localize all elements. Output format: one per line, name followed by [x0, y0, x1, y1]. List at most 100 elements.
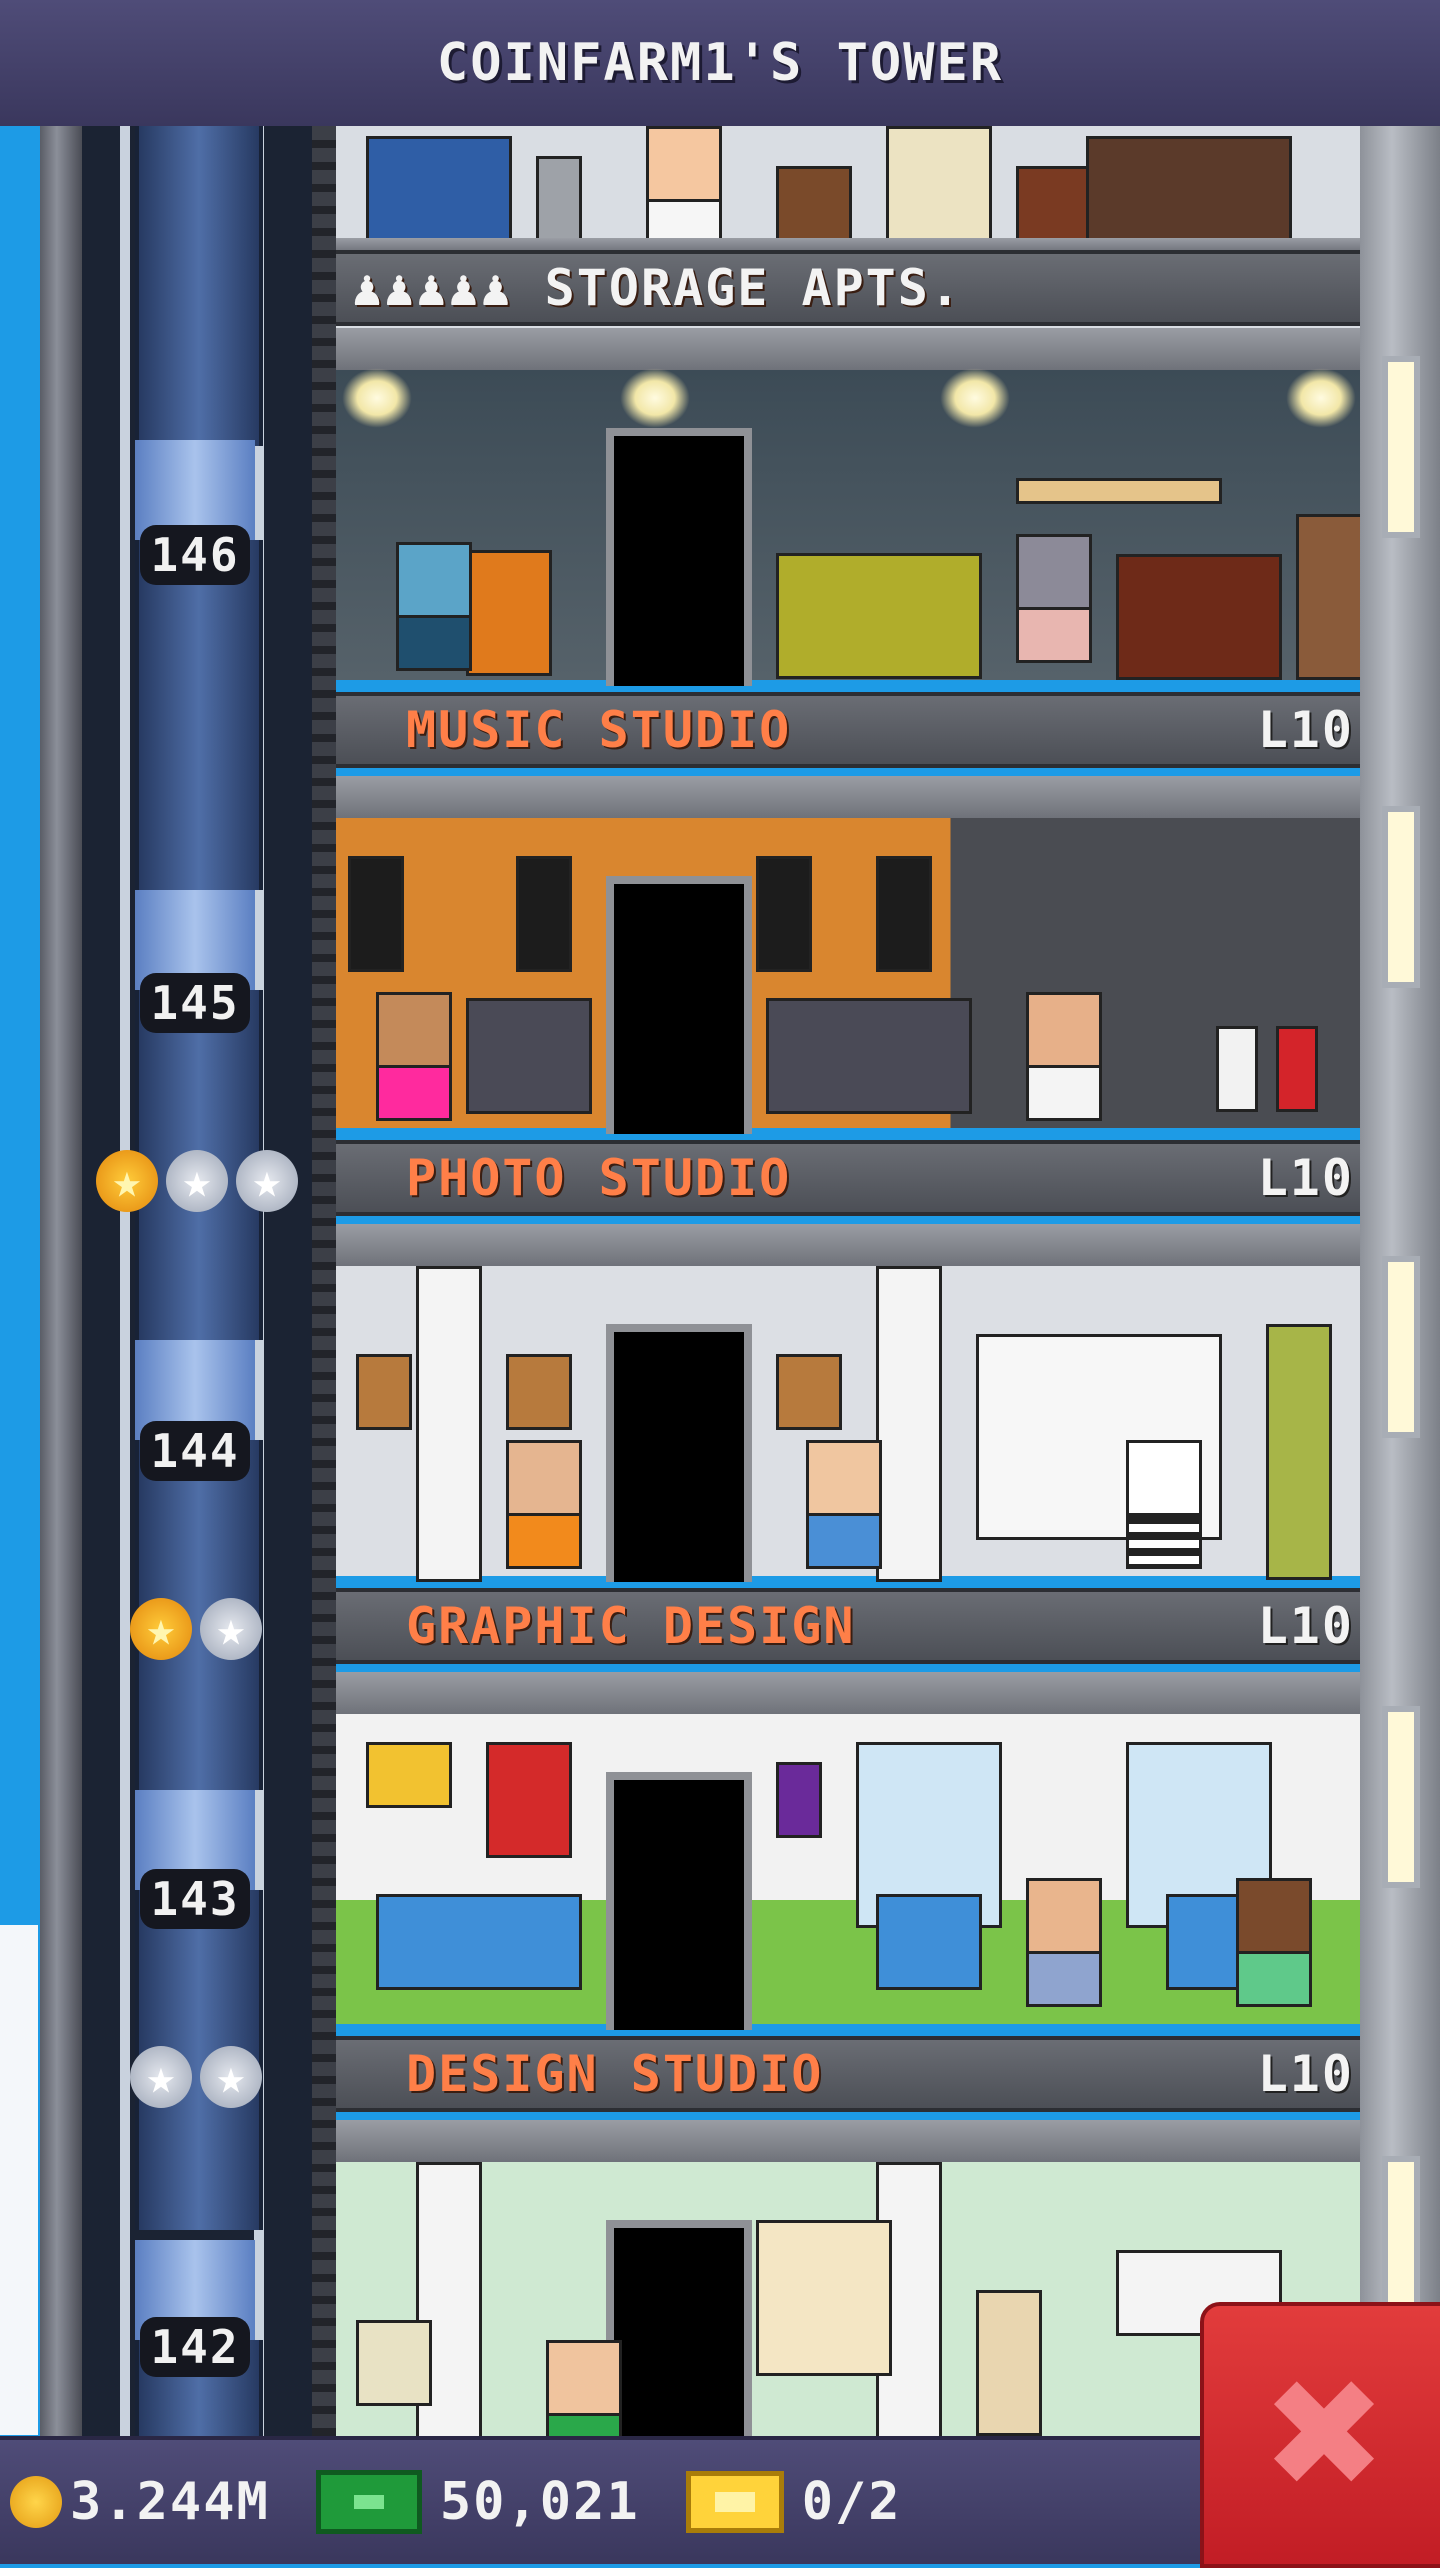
- exterior-window: [1382, 1706, 1420, 1888]
- floor-name-text: STORAGE APTS.: [544, 259, 962, 317]
- mixing-desk-prop: [466, 998, 592, 1114]
- silver-star-icon: ★: [200, 1598, 262, 1660]
- designer-head: [1026, 1878, 1102, 1954]
- resident-icons: ♟♟♟♟♟: [352, 259, 513, 317]
- coins-counter[interactable]: 3.244M: [10, 2472, 270, 2532]
- floor-level: L10: [1257, 1597, 1354, 1655]
- speaker-prop: [348, 856, 404, 972]
- close-icon: ✖: [1261, 2348, 1387, 2522]
- floor-photo-studio[interactable]: PHOTO STUDIO L10: [336, 776, 1360, 1224]
- graphic-design-stars: ★ ★: [130, 1598, 262, 1660]
- hiker-head: [806, 1440, 882, 1516]
- silver-star-icon: ★: [130, 2046, 192, 2108]
- producer-body: [376, 1068, 452, 1121]
- floor-level: L10: [1257, 701, 1354, 759]
- mannequin-prop: [976, 2290, 1042, 2436]
- designer-head: [1236, 1878, 1312, 1954]
- floor-number[interactable]: 144: [140, 1421, 250, 1481]
- gold-star-icon: ★: [130, 1598, 192, 1660]
- designer-body: [1236, 1954, 1312, 2007]
- floor-level: L10: [1257, 1149, 1354, 1207]
- tower-ladder-strip: [312, 126, 336, 2436]
- ceiling-lamp-icon: [342, 368, 412, 428]
- elevator-car-segment: [135, 126, 263, 446]
- exterior-window: [1382, 806, 1420, 988]
- room-door: [606, 428, 752, 686]
- pillar-prop: [876, 1266, 942, 1582]
- vip-ticket-icon: [685, 2471, 784, 2533]
- floor-ceiling: [336, 776, 1360, 818]
- picture-frame-prop: [776, 1354, 842, 1430]
- design-studio-stars: ★ ★: [130, 2046, 262, 2108]
- zombie-character[interactable]: [1016, 534, 1092, 663]
- resident-head: [646, 126, 722, 202]
- floor-label-bar: GRAPHIC DESIGN L10: [336, 1588, 1360, 1664]
- bux-counter[interactable]: 50,021: [280, 2470, 640, 2534]
- producer-character[interactable]: [376, 992, 452, 1121]
- room-door: [606, 1772, 752, 2030]
- tower-outer-wall: [40, 126, 82, 2436]
- floor-label-bar: DESIGN STUDIO L10: [336, 2036, 1360, 2112]
- musician-character[interactable]: [1026, 992, 1102, 1121]
- speaker-prop: [516, 856, 572, 972]
- guitar-prop: [1276, 1026, 1318, 1112]
- floor-name: MUSIC STUDIO: [406, 701, 792, 759]
- floor-number[interactable]: 146: [140, 525, 250, 585]
- tower-header: COINFARM1'S TOWER: [0, 0, 1440, 130]
- floor-name: ♟♟♟♟♟ STORAGE APTS.: [352, 259, 962, 317]
- floor-level: L10: [1257, 2045, 1354, 2103]
- floor-graphic-design[interactable]: GRAPHIC DESIGN L10: [336, 1224, 1360, 1672]
- floor-storage-apts[interactable]: ♟♟♟♟♟ STORAGE APTS.: [336, 126, 1360, 328]
- musician-body: [1026, 1068, 1102, 1121]
- plant-table-prop: [776, 166, 852, 242]
- computer-desk-prop: [876, 1894, 982, 1990]
- cowboy-character[interactable]: [546, 2340, 622, 2436]
- hiker-character[interactable]: [806, 1440, 882, 1569]
- floor-number[interactable]: 143: [140, 1869, 250, 1929]
- tv-prop: [1116, 554, 1282, 680]
- silver-star-icon: ★: [236, 1150, 298, 1212]
- diver-head: [396, 542, 472, 618]
- room-door: [606, 2220, 752, 2436]
- floor-number[interactable]: 142: [140, 2317, 250, 2377]
- yellow-sofa-prop: [776, 553, 982, 679]
- floor-label-bar: ♟♟♟♟♟ STORAGE APTS.: [336, 250, 1360, 326]
- elevator-rail-left: [120, 126, 130, 2436]
- floor-ceiling: [336, 328, 1360, 370]
- resident-character[interactable]: [646, 126, 722, 255]
- floor-music-studio[interactable]: MUSIC STUDIO L10: [336, 328, 1360, 776]
- ceiling-lamp-icon: [620, 368, 690, 428]
- mood-board-prop: [756, 2220, 892, 2376]
- bearded-character[interactable]: [506, 1440, 582, 1569]
- floor-ceiling: [336, 1224, 1360, 1266]
- floor-number[interactable]: 145: [140, 973, 250, 1033]
- cowboy-head: [546, 2340, 622, 2416]
- bearded-body: [506, 1516, 582, 1569]
- bux-value: 50,021: [439, 2472, 640, 2532]
- zombie-body: [1016, 610, 1092, 663]
- diver-character[interactable]: [396, 542, 472, 671]
- computer-desk-prop: [376, 1894, 582, 1990]
- floor-label-bar: PHOTO STUDIO L10: [336, 1140, 1360, 1216]
- vip-counter[interactable]: 0/2: [650, 2471, 902, 2533]
- floor-ceiling: [336, 2120, 1360, 2162]
- side-table-prop: [536, 156, 582, 242]
- designer-character[interactable]: [1236, 1878, 1312, 2007]
- close-button[interactable]: ✖: [1200, 2302, 1440, 2568]
- designer-character[interactable]: [1026, 1878, 1102, 2007]
- guitar-prop: [1216, 1026, 1258, 1112]
- poster-prop: [486, 1742, 572, 1858]
- floor-label-bar: MUSIC STUDIO L10: [336, 692, 1360, 768]
- mime-character[interactable]: [1126, 1440, 1202, 1569]
- silver-star-icon: ★: [166, 1150, 228, 1212]
- producer-head: [376, 992, 452, 1068]
- zombie-head: [1016, 534, 1092, 610]
- boxes-prop: [1296, 514, 1360, 680]
- exterior-window: [1382, 1256, 1420, 1438]
- armchair-prop: [366, 136, 512, 242]
- mime-body: [1126, 1516, 1202, 1569]
- floor-name: GRAPHIC DESIGN: [406, 1597, 856, 1655]
- picture-frame-prop: [356, 1354, 412, 1430]
- room-door: [606, 876, 752, 1134]
- floor-design-studio[interactable]: DESIGN STUDIO L10: [336, 1672, 1360, 2120]
